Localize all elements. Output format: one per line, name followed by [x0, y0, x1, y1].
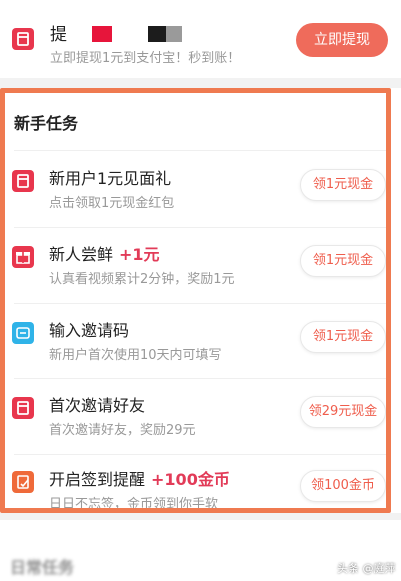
- daily-tasks-title: 日常任务: [10, 558, 75, 577]
- highlight-frame: [0, 88, 391, 513]
- task-center-page: 提 立即提现1元到支付宝！秒到账！ 立即提现 新手任务 新用户1元见面礼 点击领…: [0, 0, 401, 581]
- withdraw-title: 提: [50, 25, 67, 45]
- redacted-block: [148, 26, 166, 42]
- red-envelope-icon: [12, 28, 34, 54]
- withdraw-card: 提 立即提现1元到支付宝！秒到账！ 立即提现: [0, 0, 401, 78]
- watermark: 头条 @庭萍: [337, 562, 396, 575]
- redacted-block: [166, 26, 182, 42]
- redacted-block: [92, 26, 112, 42]
- withdraw-button[interactable]: 立即提现: [296, 23, 388, 57]
- withdraw-subtitle: 立即提现1元到支付宝！秒到账！: [50, 51, 241, 66]
